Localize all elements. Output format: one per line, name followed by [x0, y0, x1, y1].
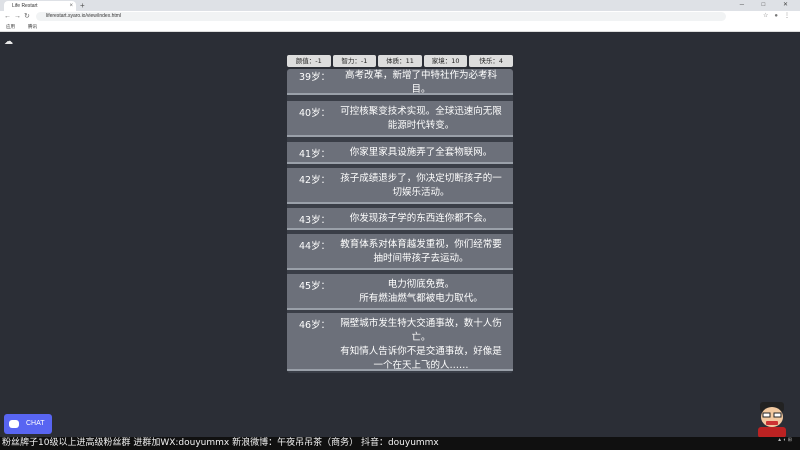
event-line: 所有燃油燃气都被电力取代。 — [359, 293, 483, 304]
stat-box: 智力：-1 — [332, 55, 377, 67]
event-age: 41岁： — [299, 149, 331, 160]
life-event-card: 41岁： 你家里家具设施弄了全套物联网。 — [287, 142, 513, 164]
bookmarks-bar: 应用 腾讯 — [0, 22, 800, 32]
extension-icons[interactable]: ☆●⋮ — [763, 12, 796, 21]
life-event-list[interactable]: 39岁： 高考改革，新增了中特社作为必考科目。 40岁： 可控核聚变技术实现。全球迅速… — [287, 69, 513, 373]
life-event-card: 42岁： 孩子成绩退步了，你决定切断孩子的一切娱乐活动。 — [287, 168, 513, 204]
back-icon[interactable]: ← — [4, 12, 11, 21]
stat-value: 4 — [498, 57, 503, 65]
stat-value: -1 — [360, 57, 368, 65]
stat-value: 11 — [405, 57, 414, 65]
event-line: 电力彻底免费。 — [387, 279, 455, 290]
event-line: 你发现孩子学的东西连你都不会。 — [349, 213, 493, 224]
browser-tab-bar: Life Restart × + ─ □ ✕ — [0, 0, 800, 11]
discord-icon — [9, 420, 19, 428]
event-line: 高考改革，新增了中特社作为必考科目。 — [344, 70, 497, 95]
bottom-banner: 粉丝牌子10级以上进高级粉丝群 进群加WX:douyummx 新浪微博：午夜吊吊… — [0, 437, 800, 450]
life-event-card: 44岁： 教育体系对体育越发重视，你们经常要抽时间带孩子去运动。 — [287, 234, 513, 270]
stat-label: 智力 — [341, 57, 355, 65]
stat-box: 体质：11 — [378, 55, 422, 67]
life-event-card: 43岁： 你发现孩子学的东西连你都不会。 — [287, 208, 513, 230]
browser-tab[interactable]: Life Restart × — [4, 1, 76, 11]
event-age: 45岁： — [299, 281, 331, 292]
event-line: 可控核聚变技术实现。全球迅速向无限能源时代转变。 — [340, 106, 502, 131]
event-age: 43岁： — [299, 215, 331, 226]
stat-label: 体质 — [386, 57, 400, 65]
stat-label: 快乐 — [479, 57, 493, 65]
event-text: 孩子成绩退步了，你决定切断孩子的一切娱乐活动。 — [337, 172, 505, 200]
bookmark-apps[interactable]: 应用 — [6, 22, 15, 31]
event-age: 40岁： — [299, 108, 331, 119]
life-event-card: 40岁： 可控核聚变技术实现。全球迅速向无限能源时代转变。 — [287, 101, 513, 137]
bookmark-tencent[interactable]: 腾讯 — [28, 22, 37, 31]
new-tab-button[interactable]: + — [80, 0, 85, 11]
system-tray: ▲ ◐ ⊞ — [777, 437, 792, 443]
event-age: 39岁： — [299, 72, 331, 83]
stat-box: 家境：10 — [423, 55, 468, 67]
chat-button[interactable]: CHAT — [4, 414, 52, 434]
life-event-card: 39岁： 高考改革，新增了中特社作为必考科目。 — [287, 69, 513, 95]
address-bar-row: ← → ↻ liferestart.syaro.io/view/index.ht… — [0, 11, 800, 22]
tab-title: Life Restart — [12, 3, 38, 9]
event-age: 42岁： — [299, 175, 331, 186]
streamer-avatar — [758, 402, 786, 438]
event-text: 可控核聚变技术实现。全球迅速向无限能源时代转变。 — [337, 105, 505, 133]
life-event-card: 46岁： 隔壁城市发生特大交通事故，数十人伤亡。 有知情人告诉你不是交通事故，好像是… — [287, 313, 513, 371]
event-line: 教育体系对体育越发重视，你们经常要抽时间带孩子去运动。 — [340, 239, 502, 264]
stat-label: 家境 — [431, 57, 445, 65]
event-age: 46岁： — [299, 320, 331, 331]
stat-box: 颜值：-1 — [287, 55, 331, 67]
event-text: 高考改革，新增了中特社作为必考科目。 — [337, 69, 505, 97]
stat-value: 10 — [451, 57, 460, 65]
event-text: 你家里家具设施弄了全套物联网。 — [337, 146, 505, 160]
attribute-stats: 颜值：-1 智力：-1 体质：11 家境：10 快乐：4 — [287, 55, 513, 67]
event-text: 电力彻底免费。所有燃油燃气都被电力取代。 — [337, 278, 505, 306]
life-event-card: 45岁： 电力彻底免费。所有燃油燃气都被电力取代。 — [287, 274, 513, 310]
event-line: 隔壁城市发生特大交通事故，数十人伤亡。 — [340, 318, 502, 343]
event-line: 有知情人告诉你不是交通事故，好像是一个在天上飞的人…… — [340, 346, 502, 371]
event-line: 孩子成绩退步了，你决定切断孩子的一切娱乐活动。 — [340, 173, 502, 198]
window-controls[interactable]: ─ □ ✕ — [740, 0, 796, 11]
stat-label: 颜值 — [295, 57, 309, 65]
event-age: 44岁： — [299, 241, 331, 252]
event-text: 隔壁城市发生特大交通事故，数十人伤亡。 有知情人告诉你不是交通事故，好像是一个在天… — [337, 317, 505, 373]
stat-value: -1 — [315, 57, 322, 65]
banner-text: 粉丝牌子10级以上进高级粉丝群 进群加WX:douyummx 新浪微博：午夜吊吊… — [2, 438, 439, 448]
stat-box: 快乐：4 — [469, 55, 513, 67]
forward-icon[interactable]: → — [14, 12, 21, 21]
reload-icon[interactable]: ↻ — [24, 12, 30, 21]
url-input[interactable]: liferestart.syaro.io/view/index.html — [36, 12, 726, 21]
chat-label: CHAT — [26, 420, 45, 427]
event-text: 你发现孩子学的东西连你都不会。 — [337, 212, 505, 226]
theme-toggle-icon[interactable]: ☁ — [4, 37, 14, 47]
event-text: 教育体系对体育越发重视，你们经常要抽时间带孩子去运动。 — [337, 238, 505, 266]
close-icon[interactable]: × — [69, 1, 73, 11]
event-line: 你家里家具设施弄了全套物联网。 — [349, 147, 493, 158]
